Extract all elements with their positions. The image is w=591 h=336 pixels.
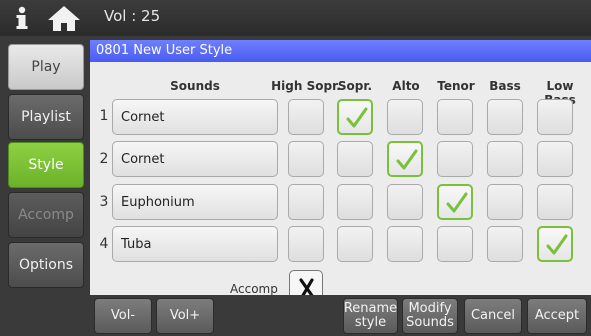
- voice-checkbox-3-bass[interactable]: [487, 184, 523, 220]
- header-sopr: Sopr.: [337, 79, 373, 93]
- home-icon[interactable]: [44, 4, 84, 32]
- volume-up-label: Vol+: [169, 308, 201, 323]
- nav-playlist-label: Playlist: [21, 109, 71, 125]
- check-icon: [546, 234, 568, 255]
- rename-style-label-1: Rename: [343, 301, 398, 316]
- voice-checkbox-2-tenor[interactable]: [437, 141, 473, 177]
- nav-accomp-label: Accomp: [18, 207, 74, 223]
- sound-button-4[interactable]: Tuba: [112, 226, 278, 262]
- row-number: 1: [99, 108, 109, 124]
- volume-up-button[interactable]: Vol+: [156, 298, 214, 334]
- voice-checkbox-1-bass[interactable]: [487, 99, 523, 135]
- modify-sounds-label-2: Sounds: [406, 315, 454, 330]
- volume-readout: Vol : 25: [104, 7, 161, 25]
- voice-checkbox-1-sopr[interactable]: [337, 99, 373, 135]
- voice-checkbox-3-high-sopr[interactable]: [288, 184, 324, 220]
- voice-checkbox-2-alto[interactable]: [387, 141, 423, 177]
- voice-checkbox-4-bass[interactable]: [487, 226, 523, 262]
- voice-checkbox-1-low-bass[interactable]: [537, 99, 573, 135]
- voice-checkbox-3-low-bass[interactable]: [537, 184, 573, 220]
- header-sounds: Sounds: [170, 79, 220, 93]
- voice-checkbox-2-bass[interactable]: [487, 141, 523, 177]
- voice-checkbox-2-sopr[interactable]: [337, 141, 373, 177]
- modify-sounds-button[interactable]: Modify Sounds: [402, 298, 458, 334]
- nav-playlist[interactable]: Playlist: [8, 94, 84, 140]
- volume-down-label: Vol-: [110, 308, 136, 323]
- check-icon: [346, 107, 368, 128]
- check-icon: [446, 192, 468, 213]
- voice-checkbox-4-tenor[interactable]: [437, 226, 473, 262]
- voice-checkbox-3-tenor[interactable]: [437, 184, 473, 220]
- sound-button-3[interactable]: Euphonium: [112, 184, 278, 220]
- voice-checkbox-4-sopr[interactable]: [337, 226, 373, 262]
- voice-checkbox-3-alto[interactable]: [387, 184, 423, 220]
- accept-label: Accept: [534, 308, 580, 323]
- rename-style-label-2: style: [354, 315, 387, 330]
- row-number: 3: [99, 194, 109, 210]
- accept-button[interactable]: Accept: [527, 298, 587, 334]
- nav-accomp[interactable]: Accomp: [8, 192, 84, 238]
- voice-checkbox-2-high-sopr[interactable]: [288, 141, 324, 177]
- nav-style-label: Style: [28, 157, 64, 173]
- nav-play-label: Play: [31, 59, 61, 75]
- header-bass: Bass: [489, 79, 521, 93]
- accomp-label: Accomp: [230, 282, 278, 296]
- voice-checkbox-4-low-bass[interactable]: [537, 226, 573, 262]
- check-icon: [396, 149, 418, 170]
- header-alto: Alto: [392, 79, 420, 93]
- voice-checkbox-1-high-sopr[interactable]: [288, 99, 324, 135]
- voice-checkbox-4-alto[interactable]: [387, 226, 423, 262]
- nav-style[interactable]: Style: [8, 142, 84, 188]
- nav-options-label: Options: [18, 257, 74, 273]
- row-number: 4: [99, 236, 109, 252]
- sound-button-1[interactable]: Cornet: [112, 99, 278, 135]
- voice-checkbox-4-high-sopr[interactable]: [288, 226, 324, 262]
- sound-button-2[interactable]: Cornet: [112, 141, 278, 177]
- nav-options[interactable]: Options: [8, 242, 84, 288]
- header-tenor: Tenor: [437, 79, 475, 93]
- cancel-label: Cancel: [470, 308, 516, 323]
- voice-checkbox-1-alto[interactable]: [387, 99, 423, 135]
- rename-style-button[interactable]: Rename style: [343, 298, 398, 334]
- top-bar: [0, 0, 591, 36]
- voice-checkbox-3-sopr[interactable]: [337, 184, 373, 220]
- voice-checkbox-2-low-bass[interactable]: [537, 141, 573, 177]
- style-title: 0801 New User Style: [90, 40, 591, 62]
- cancel-button[interactable]: Cancel: [464, 298, 522, 334]
- volume-down-button[interactable]: Vol-: [94, 298, 152, 334]
- row-number: 2: [99, 151, 109, 167]
- nav-play[interactable]: Play: [8, 44, 84, 90]
- voice-checkbox-1-tenor[interactable]: [437, 99, 473, 135]
- modify-sounds-label-1: Modify: [408, 301, 452, 316]
- info-icon[interactable]: [8, 4, 36, 32]
